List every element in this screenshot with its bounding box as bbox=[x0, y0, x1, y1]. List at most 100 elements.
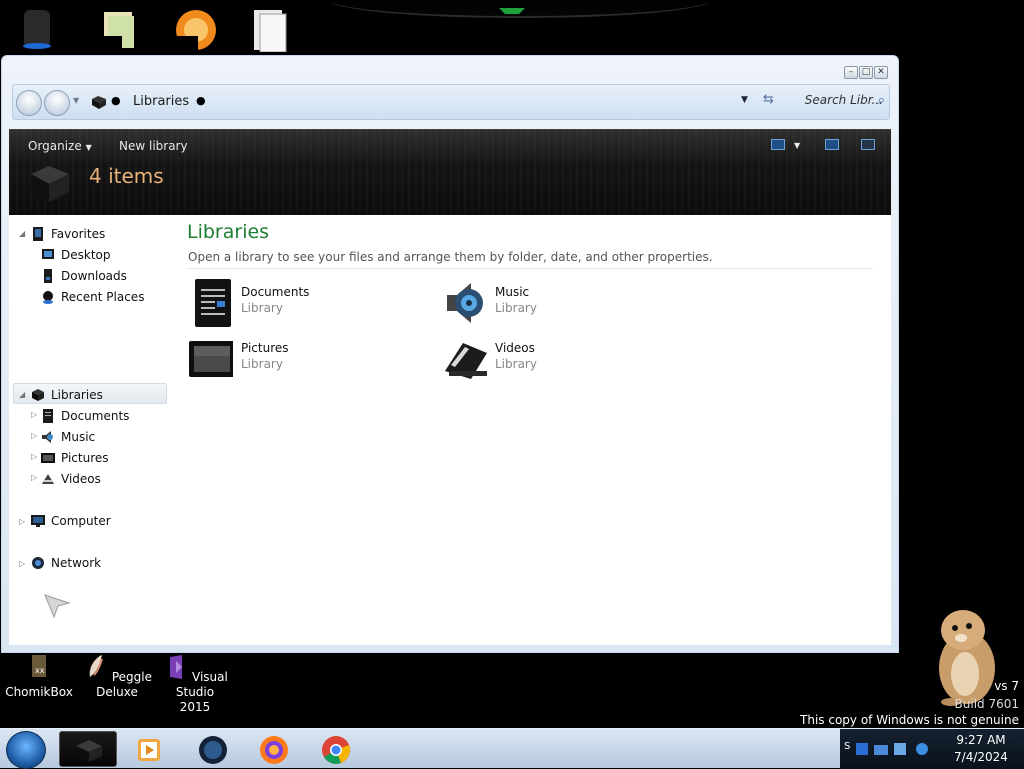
dock-indicator-icon bbox=[499, 8, 525, 14]
search-input[interactable]: Search Libr... bbox=[805, 93, 883, 107]
nav-favorites[interactable]: Favorites bbox=[31, 224, 161, 244]
pictures-library-icon bbox=[189, 341, 233, 377]
music-expand-icon[interactable]: ▷ bbox=[31, 431, 37, 440]
view-dropdown-icon[interactable]: ▼ bbox=[794, 141, 800, 150]
help-icon[interactable] bbox=[861, 139, 875, 150]
search-icon[interactable]: ⌕ bbox=[878, 93, 885, 108]
documents-expand-icon[interactable]: ▷ bbox=[31, 410, 37, 419]
chrome-icon bbox=[322, 736, 350, 764]
favorites-icon bbox=[33, 227, 43, 241]
address-bar: ▼ ● Libraries ● ▼ ⇆ Search Libr... ⌕ bbox=[12, 84, 890, 120]
pictures-icon bbox=[41, 453, 55, 463]
folder-desktop-icon[interactable] bbox=[96, 6, 140, 52]
divider bbox=[187, 268, 873, 269]
globe-taskbar-icon bbox=[199, 736, 227, 764]
media-player-icon bbox=[138, 739, 160, 761]
breadcrumb-arrow-icon[interactable]: ● bbox=[196, 94, 206, 107]
taskbar-firefox[interactable] bbox=[245, 731, 303, 767]
favorites-expand-icon[interactable]: ◢ bbox=[19, 229, 25, 238]
videos-expand-icon[interactable]: ▷ bbox=[31, 473, 37, 482]
new-library-button[interactable]: New library bbox=[119, 139, 188, 153]
tray-status-icons[interactable] bbox=[856, 741, 940, 757]
firefox-desktop-icon[interactable] bbox=[172, 6, 216, 52]
page-title: Libraries bbox=[187, 221, 270, 243]
navigation-pane: ◢ Favorites Desktop Downloads Recent Pla… bbox=[9, 215, 174, 645]
mouse-cursor-icon bbox=[44, 594, 71, 619]
pictures-expand-icon[interactable]: ▷ bbox=[31, 452, 37, 461]
desktop-icon-visual-studio[interactable]: Visual Studio 2015 bbox=[159, 655, 231, 715]
taskbar-chrome[interactable] bbox=[307, 731, 365, 767]
build-watermark: Build 7601 bbox=[954, 697, 1019, 711]
refresh-icon[interactable]: ⇆ bbox=[763, 92, 774, 107]
svg-text:xx: xx bbox=[35, 666, 45, 675]
taskbar-network-app[interactable] bbox=[184, 731, 242, 767]
library-pictures[interactable]: Pictures Library bbox=[189, 335, 419, 385]
recent-places-icon bbox=[43, 291, 53, 304]
library-music[interactable]: Music Library bbox=[443, 279, 673, 329]
taskbar: S 9:27 AM 7/4/2024 bbox=[0, 728, 1024, 769]
library-videos[interactable]: Videos Library bbox=[443, 335, 673, 385]
forward-button[interactable] bbox=[44, 90, 70, 116]
back-button[interactable] bbox=[16, 90, 42, 116]
preview-pane-icon[interactable] bbox=[825, 139, 839, 150]
caption-buttons: – □ ✕ bbox=[844, 66, 888, 79]
nav-network[interactable]: Network bbox=[31, 553, 161, 573]
start-button[interactable] bbox=[6, 731, 46, 769]
videos-library-icon bbox=[445, 343, 487, 379]
desktop-icon-peggle[interactable]: Peggle Deluxe bbox=[81, 655, 153, 700]
visual-studio-icon bbox=[170, 655, 183, 679]
address-dropdown-icon[interactable]: ▼ bbox=[741, 95, 748, 105]
downloads-icon bbox=[44, 269, 52, 283]
nav-documents[interactable]: Documents bbox=[41, 406, 161, 426]
organize-button[interactable]: Organize ▼ bbox=[28, 139, 92, 153]
minimize-button[interactable]: – bbox=[844, 66, 858, 79]
windows-version-watermark: vs 7 bbox=[994, 679, 1019, 693]
taskbar-explorer[interactable] bbox=[59, 731, 117, 767]
speaker-desktop-icon[interactable] bbox=[16, 6, 60, 52]
breadcrumb-separator-icon[interactable]: ● bbox=[111, 94, 121, 107]
command-bar: Organize ▼ New library ▼ 4 items bbox=[9, 129, 891, 215]
page-subtitle: Open a library to see your files and arr… bbox=[188, 250, 713, 264]
libraries-nav-icon bbox=[32, 389, 44, 401]
nav-music[interactable]: Music bbox=[41, 427, 161, 447]
library-documents[interactable]: Documents Library bbox=[189, 279, 419, 329]
chomikbox-icon: xx bbox=[32, 655, 46, 677]
libraries-icon bbox=[92, 96, 106, 109]
libraries-view: Libraries Open a library to see your fil… bbox=[187, 215, 891, 645]
nav-computer[interactable]: Computer bbox=[31, 511, 161, 531]
item-count: 4 items bbox=[89, 164, 164, 188]
nav-downloads[interactable]: Downloads bbox=[41, 266, 161, 286]
explorer-window: – □ ✕ ▼ ● Libraries ● ▼ ⇆ Search Libr...… bbox=[1, 55, 899, 653]
nav-recent-places[interactable]: Recent Places bbox=[41, 287, 161, 307]
videos-icon bbox=[42, 474, 54, 484]
close-button[interactable]: ✕ bbox=[874, 66, 888, 79]
libraries-expand-icon[interactable]: ◢ bbox=[19, 390, 25, 399]
maximize-button[interactable]: □ bbox=[859, 66, 873, 79]
clock-time: 9:27 AM bbox=[956, 733, 1006, 747]
computer-expand-icon[interactable]: ▷ bbox=[19, 517, 25, 526]
peggle-icon bbox=[89, 655, 103, 677]
clock[interactable]: 9:27 AM 7/4/2024 bbox=[938, 732, 1024, 766]
clock-date: 7/4/2024 bbox=[954, 750, 1008, 764]
taskbar-media-player[interactable] bbox=[120, 731, 178, 767]
nav-pictures[interactable]: Pictures bbox=[41, 448, 161, 468]
system-tray: S 9:27 AM 7/4/2024 bbox=[840, 729, 1024, 769]
network-expand-icon[interactable]: ▷ bbox=[19, 559, 25, 568]
nav-desktop[interactable]: Desktop bbox=[41, 245, 161, 265]
nav-videos[interactable]: Videos bbox=[41, 469, 161, 489]
explorer-taskbar-icon bbox=[76, 740, 102, 762]
change-view-icon[interactable] bbox=[771, 139, 785, 150]
documents-library-icon bbox=[195, 279, 231, 327]
nav-libraries[interactable]: Libraries bbox=[31, 385, 161, 405]
documents-desktop-icon[interactable] bbox=[248, 6, 292, 52]
music-library-icon bbox=[447, 283, 483, 323]
network-icon bbox=[32, 557, 44, 569]
tray-overflow-icon[interactable]: S bbox=[844, 741, 850, 752]
desktop-icon-chomikbox[interactable]: xx ChomikBox bbox=[3, 655, 75, 700]
music-icon bbox=[42, 431, 53, 443]
breadcrumb-libraries[interactable]: Libraries bbox=[133, 94, 189, 109]
recent-pages-dropdown-icon[interactable]: ▼ bbox=[73, 96, 79, 105]
libraries-large-icon bbox=[31, 166, 69, 202]
computer-icon bbox=[31, 515, 45, 527]
desktop-icon bbox=[42, 249, 54, 259]
